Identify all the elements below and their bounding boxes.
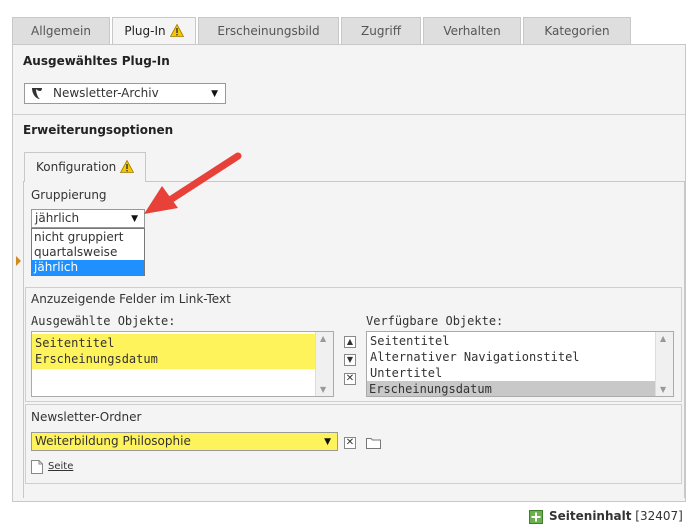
available-objects-label: Verfügbare Objekte:: [366, 314, 504, 328]
tab-plugin[interactable]: Plug-In: [112, 17, 196, 46]
clear-folder-button[interactable]: ✕: [344, 437, 356, 449]
subtab-border-right: [684, 181, 685, 498]
newsletter-folder-select[interactable]: Weiterbildung Philosophie ▼: [31, 432, 338, 451]
plugin-select-value: Newsletter-Archiv: [53, 86, 159, 100]
selected-objects-list[interactable]: Seitentitel Erscheinungsdatum ▲ ▼: [31, 331, 334, 397]
list-item[interactable]: Seitentitel: [33, 335, 114, 351]
tab-verhalten[interactable]: Verhalten: [423, 17, 521, 45]
move-up-button[interactable]: ▲: [344, 336, 356, 348]
divider: [13, 114, 685, 115]
selected-objects-label: Ausgewählte Objekte:: [31, 314, 176, 328]
tab-label: Erscheinungsbild: [217, 24, 320, 38]
newsletter-folder-label: Newsletter-Ordner: [31, 410, 142, 424]
tab-label: Zugriff: [361, 24, 401, 38]
list-item[interactable]: Alternativer Navigationstitel: [368, 349, 580, 365]
scroll-down-icon[interactable]: ▼: [320, 385, 326, 394]
grouping-option-1[interactable]: quartalsweise: [34, 245, 117, 259]
record-id: [32407]: [635, 509, 683, 523]
grouping-option-2[interactable]: jährlich: [32, 260, 144, 275]
folder-icon[interactable]: [366, 437, 381, 449]
chevron-down-icon: ▼: [324, 437, 331, 447]
list-item[interactable]: Untertitel: [368, 365, 442, 381]
link-fields-legend: Anzuzeigende Felder im Link-Text: [31, 292, 231, 306]
chevron-down-icon: ▼: [131, 214, 138, 224]
subtab-border-left: [23, 181, 24, 498]
scrollbar[interactable]: ▲ ▼: [315, 332, 333, 396]
scroll-up-icon[interactable]: ▲: [660, 334, 666, 343]
tab-zugriff[interactable]: Zugriff: [341, 17, 421, 45]
chevron-down-icon: ▼: [211, 89, 218, 99]
tab-allgemein[interactable]: Allgemein: [12, 17, 110, 45]
tab-label: Kategorien: [544, 24, 610, 38]
tab-label: Plug-In: [124, 24, 166, 38]
list-item[interactable]: Erscheinungsdatum: [367, 381, 658, 396]
grouping-select[interactable]: jährlich ▼: [31, 209, 145, 228]
subtab-konfiguration[interactable]: Konfiguration: [24, 152, 146, 182]
page-icon: [31, 460, 43, 474]
remove-button[interactable]: ✕: [344, 373, 356, 385]
add-content-icon: [529, 510, 543, 524]
annotation-arrow-icon: [144, 152, 242, 214]
warning-icon: [169, 24, 184, 37]
warning-icon: [120, 160, 134, 173]
typo3-icon: [32, 88, 42, 99]
page-link[interactable]: Seite: [48, 461, 73, 472]
list-item[interactable]: Seitentitel: [368, 333, 449, 349]
scroll-down-icon[interactable]: ▼: [660, 385, 666, 394]
section-title-extended: Erweiterungsoptionen: [23, 123, 174, 137]
plugin-select[interactable]: Newsletter-Archiv ▼: [24, 83, 226, 104]
record-info: Seiteninhalt [32407]: [549, 509, 683, 523]
newsletter-folder-value: Weiterbildung Philosophie: [35, 434, 191, 448]
tab-label: Allgemein: [31, 24, 91, 38]
scroll-up-icon[interactable]: ▲: [320, 334, 326, 343]
tab-label: Verhalten: [443, 24, 501, 38]
section-title-plugin: Ausgewähltes Plug-In: [23, 54, 170, 68]
tab-kategorien[interactable]: Kategorien: [523, 17, 631, 45]
record-label: Seiteninhalt: [549, 509, 632, 523]
grouping-select-value: jährlich: [35, 211, 80, 225]
tab-erscheinungsbild[interactable]: Erscheinungsbild: [198, 17, 339, 45]
scrollbar[interactable]: ▲ ▼: [655, 332, 673, 396]
grouping-option-0[interactable]: nicht gruppiert: [34, 230, 123, 244]
grouping-dropdown: nicht gruppiert quartalsweise jährlich: [31, 228, 145, 276]
list-item[interactable]: Erscheinungsdatum: [33, 351, 158, 367]
move-down-button[interactable]: ▼: [344, 354, 356, 366]
available-objects-list[interactable]: Seitentitel Alternativer Navigationstite…: [366, 331, 674, 397]
subtab-label: Konfiguration: [36, 160, 117, 174]
caret-right-icon: [16, 256, 21, 266]
grouping-label: Gruppierung: [31, 188, 107, 202]
